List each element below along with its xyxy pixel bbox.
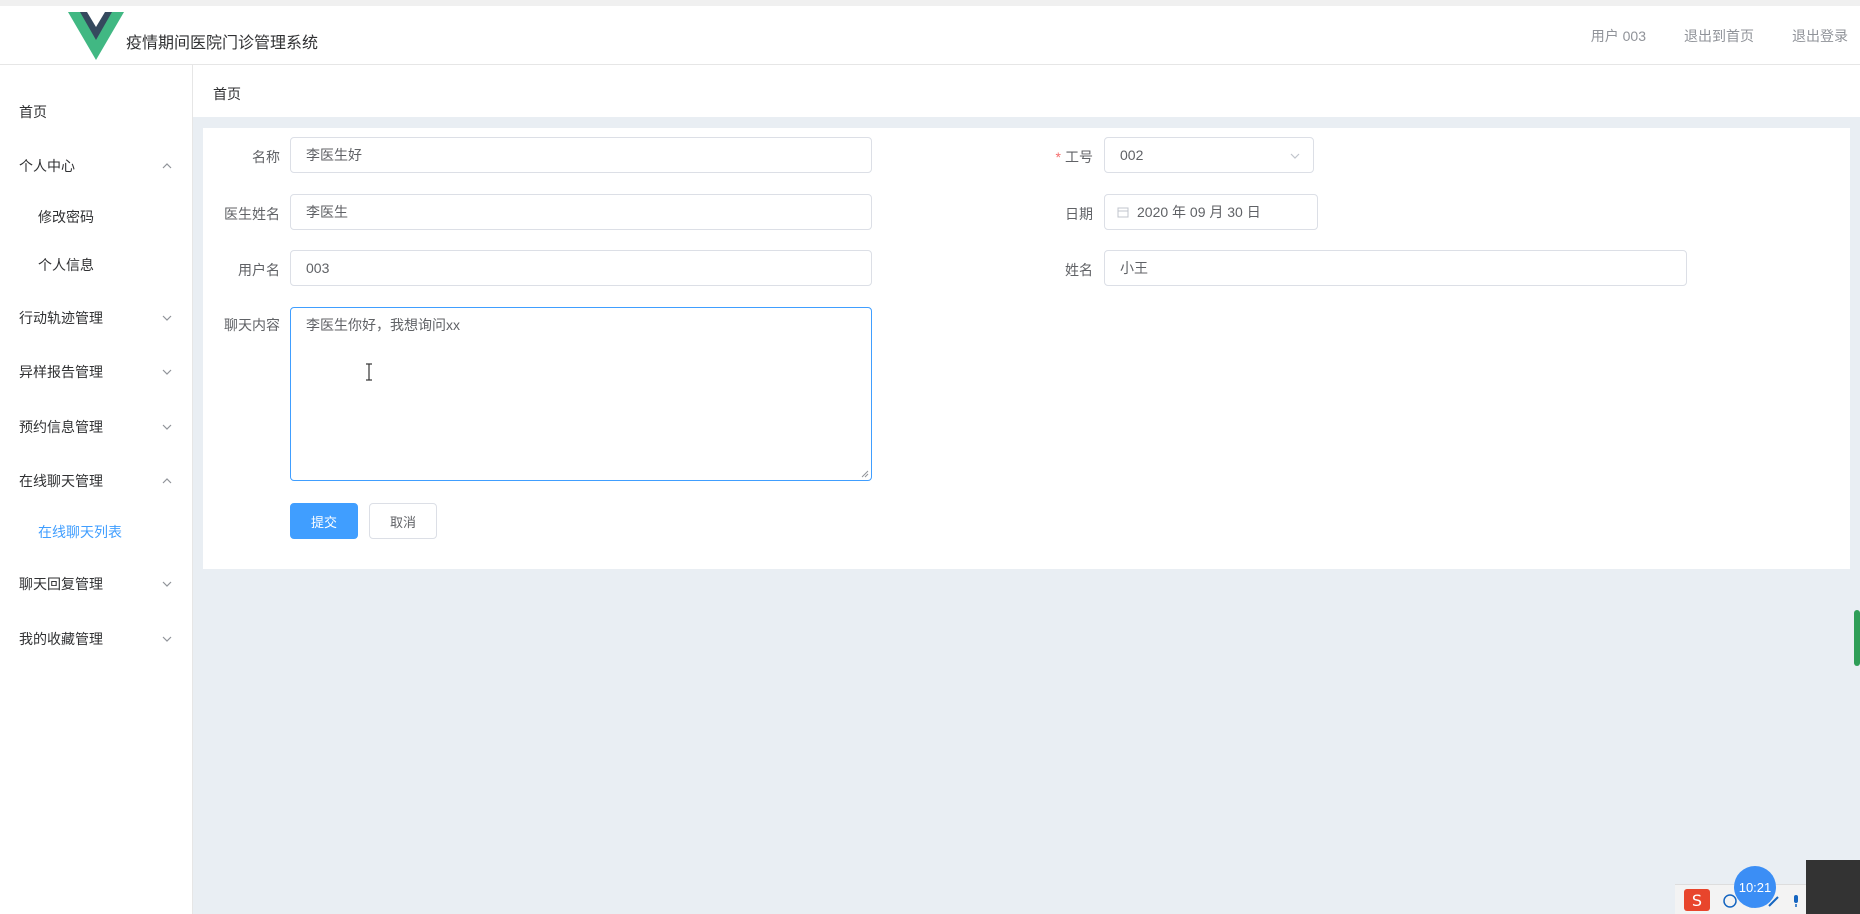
sidebar-item-label: 个人中心 [19, 158, 75, 174]
sidebar-item-track-management[interactable]: 行动轨迹管理 [0, 298, 192, 338]
sidebar-item-label: 个人信息 [38, 257, 94, 273]
sidebar-item-label: 首页 [19, 104, 47, 120]
date-label: 日期 [1065, 206, 1093, 222]
user-label[interactable]: 用户 003 [1591, 26, 1646, 46]
username-input[interactable]: 003 [290, 250, 872, 286]
cancel-button[interactable]: 取消 [369, 503, 437, 539]
real-name-input[interactable]: 小王 [1104, 250, 1687, 286]
username-label: 用户名 [238, 262, 280, 278]
chevron-down-icon [162, 424, 172, 430]
chat-content-textarea[interactable]: 李医生你好，我想询问xx [290, 307, 872, 481]
sidebar-item-chat-reply[interactable]: 聊天回复管理 [0, 564, 192, 604]
required-asterisk: * [1055, 149, 1061, 165]
chevron-down-icon [162, 315, 172, 321]
breadcrumb[interactable]: 首页 [213, 84, 241, 104]
sidebar-item-label: 在线聊天列表 [38, 524, 122, 540]
sidebar-item-online-chat[interactable]: 在线聊天管理 [0, 461, 192, 501]
job-no-label: * 工号 [1055, 149, 1093, 165]
sidebar-item-change-password[interactable]: 修改密码 [0, 197, 192, 237]
date-value: 2020 年 09 月 30 日 [1137, 204, 1261, 220]
sidebar-item-home[interactable]: 首页 [0, 92, 192, 132]
header-actions: 用户 003 退出到首页 退出登录 [1591, 6, 1860, 65]
sidebar-item-label: 行动轨迹管理 [19, 310, 103, 326]
sidebar-menu: 首页 个人中心 修改密码 个人信息 行动轨迹管理 异样报告管理 预约信息管理 在… [0, 65, 193, 914]
scrollbar-thumb[interactable] [1854, 610, 1860, 666]
chevron-down-icon [1290, 153, 1300, 159]
chevron-up-icon [162, 163, 172, 169]
clock-badge: 10:21 [1734, 866, 1776, 908]
sidebar-item-label: 预约信息管理 [19, 419, 103, 435]
chat-content-label: 聊天内容 [224, 317, 280, 333]
resize-handle-icon[interactable] [861, 470, 869, 478]
calendar-icon [1117, 207, 1129, 218]
doctor-name-label: 医生姓名 [224, 206, 280, 222]
sidebar-item-label: 修改密码 [38, 209, 94, 225]
job-no-value: 002 [1120, 147, 1144, 163]
chat-form-card: 名称 李医生好 * 工号 002 医生姓名 李医生 日期 2020 年 09 月 … [203, 128, 1850, 569]
sidebar-item-favorites[interactable]: 我的收藏管理 [0, 619, 192, 659]
top-header: 疫情期间医院门诊管理系统 用户 003 退出到首页 退出登录 [0, 0, 1860, 65]
main-content: 首页 名称 李医生好 * 工号 002 医生姓名 李医生 日期 2020 年 09… [193, 65, 1860, 914]
name-label: 名称 [252, 149, 280, 165]
breadcrumb-bar: 首页 [193, 65, 1860, 117]
sidebar-item-label: 聊天回复管理 [19, 576, 103, 592]
sidebar-item-label: 异样报告管理 [19, 364, 103, 380]
sidebar-item-personal-info[interactable]: 个人信息 [0, 245, 192, 285]
logout-link[interactable]: 退出登录 [1792, 26, 1848, 46]
sidebar-item-label: 在线聊天管理 [19, 473, 103, 489]
real-name-label: 姓名 [1065, 262, 1093, 278]
vue-logo-icon [68, 12, 124, 60]
sidebar-item-abnormal-report[interactable]: 异样报告管理 [0, 352, 192, 392]
name-input[interactable]: 李医生好 [290, 137, 872, 173]
sidebar-item-label: 我的收藏管理 [19, 631, 103, 647]
sogou-input-icon[interactable]: S [1683, 888, 1711, 912]
job-no-select[interactable]: 002 [1104, 137, 1314, 173]
submit-button[interactable]: 提交 [290, 503, 358, 539]
chat-content-value: 李医生你好，我想询问xx [306, 317, 460, 333]
sidebar-item-online-chat-list[interactable]: 在线聊天列表 [0, 512, 192, 552]
doctor-name-input[interactable]: 李医生 [290, 194, 872, 230]
date-picker[interactable]: 2020 年 09 月 30 日 [1104, 194, 1318, 230]
chevron-down-icon [162, 636, 172, 642]
sidebar-item-appointment[interactable]: 预约信息管理 [0, 407, 192, 447]
chevron-down-icon [162, 369, 172, 375]
app-title: 疫情期间医院门诊管理系统 [126, 35, 319, 52]
microphone-icon[interactable] [1788, 893, 1804, 909]
floating-thumbnail[interactable] [1806, 860, 1860, 914]
chevron-down-icon [162, 581, 172, 587]
text-cursor-icon [366, 363, 372, 381]
back-home-link[interactable]: 退出到首页 [1684, 26, 1754, 46]
svg-text:S: S [1692, 891, 1702, 910]
sidebar-item-personal-center[interactable]: 个人中心 [0, 146, 192, 186]
chevron-up-icon [162, 478, 172, 484]
